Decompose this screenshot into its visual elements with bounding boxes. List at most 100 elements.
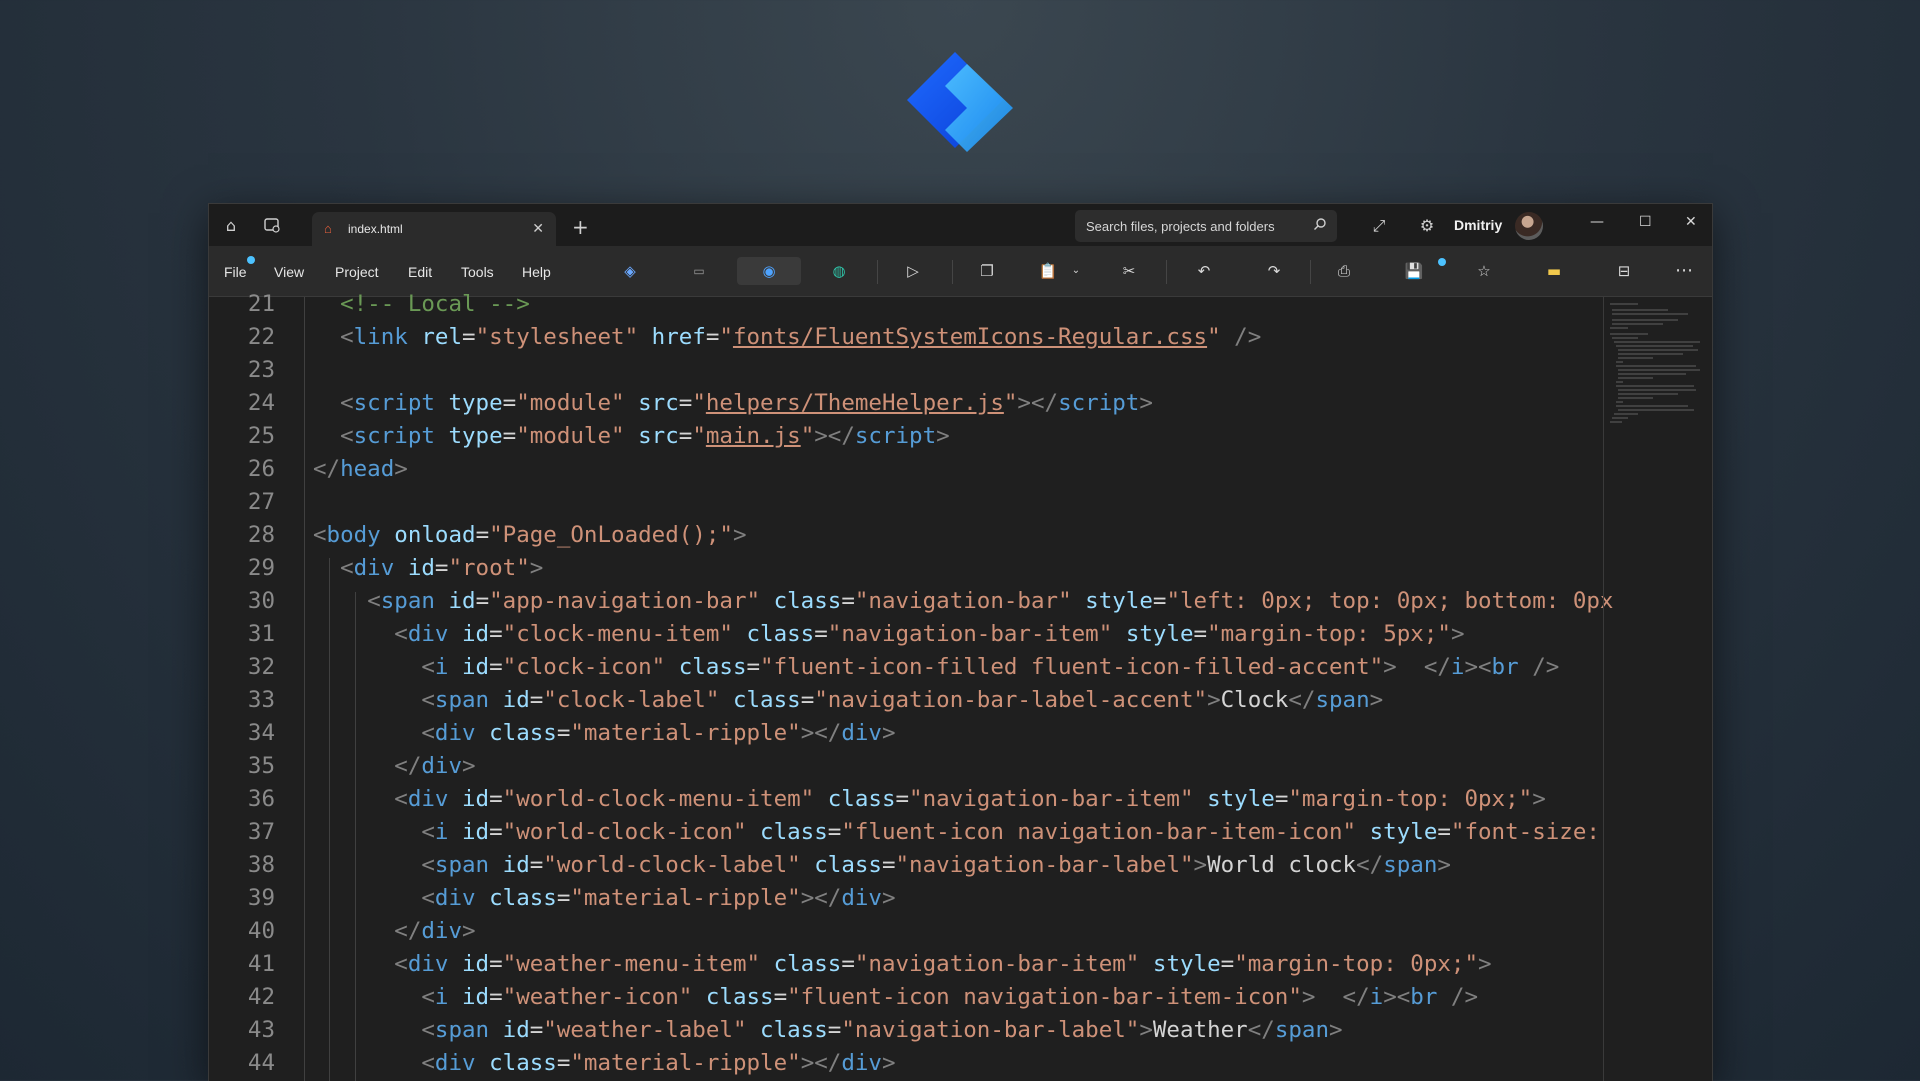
menu-edit[interactable]: Edit [408,264,432,280]
gear-icon[interactable]: ⚙ [1417,216,1437,236]
code-token: span [434,852,490,878]
code-line[interactable]: 42 <i id="weather-icon" class="fluent-ic… [209,981,1602,1014]
code-token: body [326,522,381,548]
code-token: = [841,588,855,614]
new-tab-button[interactable]: + [572,215,589,239]
undo-icon[interactable]: ↶ [1189,257,1219,285]
code-line[interactable]: 32 <i id="clock-icon" class="fluent-icon… [209,651,1602,684]
close-tab-icon[interactable]: ✕ [532,220,544,237]
code-token: " [800,423,815,449]
code-line[interactable]: 30 <span id="app-navigation-bar" class="… [209,585,1614,618]
copy-icon[interactable]: ❐ [972,257,1002,285]
code-lines[interactable]: 21 <!-- Local --> 22 <link rel="styleshee… [209,288,1614,1080]
new-window-icon[interactable] [262,216,282,236]
code-line[interactable]: 40 </div> [209,915,1602,948]
code-line[interactable]: 34 <div class="material-ripple"></div> [209,717,1602,750]
folder-icon[interactable]: ▬ [1539,257,1569,285]
code-token: < [313,522,327,548]
favorites-icon[interactable]: ☆ [1469,257,1499,285]
code-line[interactable]: 22 <link rel="stylesheet" href="fonts/Fl… [209,321,1602,354]
code-line[interactable]: 28 <body onload="Page_OnLoaded();"> [209,519,1602,552]
line-number: 22 [247,324,275,350]
code-line[interactable]: 41 <div id="weather-menu-item" class="na… [209,948,1602,981]
briefcase-icon[interactable]: ⊟ [1609,257,1639,285]
code-token: "left: 0px; top: 0px; bottom: 0px [1166,588,1614,614]
search-box[interactable]: Search files, projects and folders [1075,210,1337,242]
code-token: class [760,1017,828,1043]
code-line[interactable]: 26 </head> [209,453,1602,486]
code-token: i [434,984,449,1010]
line-number: 24 [247,390,275,416]
code-line[interactable]: 23 [209,354,1602,387]
menu-help[interactable]: Help [522,264,551,280]
code-token: src [638,423,679,449]
code-line[interactable]: 21 <!-- Local --> [209,288,1602,321]
live-preview-icon[interactable]: ◈ [615,257,645,285]
code-editor[interactable]: 21 <!-- Local --> 22 <link rel="styleshee… [209,291,1712,1081]
code-line[interactable]: 33 <span id="clock-label" class="navigat… [209,684,1602,717]
edge-browser-icon[interactable]: ◍ [824,257,854,285]
code-line[interactable]: 36 <div id="world-clock-menu-item" class… [209,783,1602,816]
code-line[interactable]: 27 [209,486,1602,519]
terminal-icon[interactable]: ▭ [684,257,714,285]
paste-options-chevron-down-icon[interactable]: ⌄ [1061,257,1091,285]
line-number: 21 [247,291,275,317]
code-line[interactable]: 29 <div id="root"> [209,552,1602,585]
code-token: type [448,390,503,416]
tab-index-html[interactable]: ⌂ index.html ✕ [312,212,556,246]
code-line[interactable]: 37 <i id="world-clock-icon" class="fluen… [209,816,1602,849]
toolbar-divider [877,260,878,284]
redo-icon[interactable]: ↷ [1259,257,1289,285]
window-close-icon[interactable]: ✕ [1685,214,1697,230]
menu-file[interactable]: File [224,264,247,280]
code-line[interactable]: 31 <div id="clock-menu-item" class="navi… [209,618,1602,651]
code-token: style [1085,588,1153,614]
code-line[interactable]: 24 <script type="module" src="helpers/Th… [209,387,1602,420]
line-number: 35 [247,753,275,779]
code-token: br [1491,654,1519,680]
more-options-icon[interactable]: ⋯ [1669,257,1699,285]
code-token: script [353,423,435,449]
code-token: "module" [516,423,625,449]
code-token: class [814,852,882,878]
code-line[interactable]: 25 <script type="module" src="main.js"><… [209,420,1602,453]
code-token: "world-clock-label" [543,852,801,878]
code-token: </ [394,918,422,944]
code-token: < [421,720,435,746]
code-token: div [434,720,476,746]
code-token: fonts/FluentSystemIcons-Regular.css [732,324,1208,350]
file-settings-icon[interactable]: ⎙ [1329,257,1359,285]
maximize-icon[interactable]: ☐ [1639,214,1652,230]
code-token: > [732,522,747,548]
expand-icon[interactable]: ⤢ [1369,216,1389,236]
menu-tools[interactable]: Tools [461,264,494,280]
code-token: "clock-menu-item" [502,621,733,647]
cut-icon[interactable]: ✂ [1114,257,1144,285]
code-token: script [1058,390,1140,416]
code-token: i [434,654,449,680]
code-token: i [1450,654,1465,680]
user-name[interactable]: Dmitriy [1454,217,1502,233]
code-token: = [475,588,490,614]
save-icon[interactable]: 💾 [1399,257,1429,285]
menu-view[interactable]: View [274,264,304,280]
minimize-icon[interactable]: — [1590,214,1604,230]
code-token: helpers/ThemeHelper.js [705,390,1004,416]
code-line[interactable]: 38 <span id="world-clock-label" class="n… [209,849,1602,882]
run-icon[interactable]: ▷ [898,257,928,285]
minimap[interactable] [1608,302,1703,442]
code-token: id [462,654,490,680]
avatar[interactable] [1515,212,1543,240]
menu-project[interactable]: Project [335,264,379,280]
code-line[interactable]: 43 <span id="weather-label" class="navig… [209,1014,1602,1047]
browser-preview-icon[interactable]: ◉ [737,257,801,285]
paste-icon[interactable]: 📋 [1033,257,1063,285]
home-icon[interactable]: ⌂ [221,216,241,236]
unsaved-dot [1438,258,1446,266]
app-logo [907,52,1013,152]
code-line[interactable]: 39 <div class="material-ripple"></div> [209,882,1602,915]
code-token: href [651,324,706,350]
code-line[interactable]: 35 </div> [209,750,1602,783]
code-line[interactable]: 44 <div class="material-ripple"></div> [209,1047,1602,1080]
